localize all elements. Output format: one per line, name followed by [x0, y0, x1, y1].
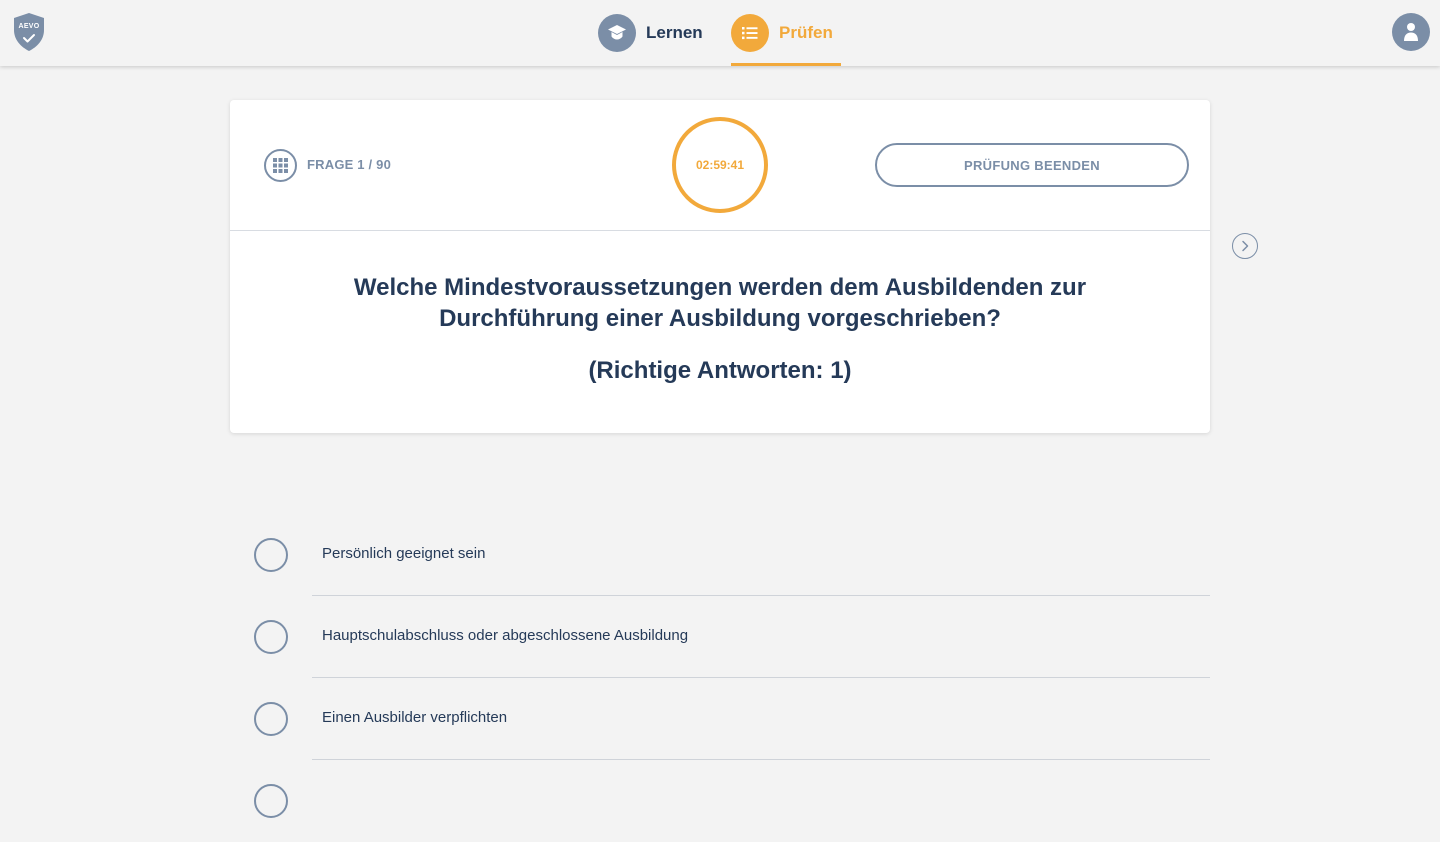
graduation-cap-icon: [598, 14, 636, 52]
question-card: FRAGE 1 / 90 02:59:41 PRÜFUNG BEENDEN We…: [230, 100, 1210, 433]
tab-lernen[interactable]: Lernen: [598, 0, 710, 66]
logo-text: AEVO: [18, 23, 40, 30]
correct-answers-hint: (Richtige Antworten: 1): [588, 357, 852, 384]
answer-radio[interactable]: [254, 784, 288, 818]
question-card-header: FRAGE 1 / 90 02:59:41 PRÜFUNG BEENDEN: [230, 100, 1210, 231]
tab-lernen-label: Lernen: [646, 23, 703, 42]
answer-radio[interactable]: [254, 620, 288, 654]
shield-logo-icon: [14, 13, 44, 51]
grid-icon: [273, 158, 288, 173]
answer-list: Persönlich geeignet sein Hauptschulabsch…: [230, 514, 1210, 842]
question-overview-button[interactable]: [264, 149, 297, 182]
answer-option-2[interactable]: Hauptschulabschluss oder abgeschlossene …: [230, 596, 1210, 678]
answer-option-4[interactable]: [230, 760, 1210, 842]
user-avatar-button[interactable]: [1392, 13, 1430, 51]
list-icon: [731, 14, 769, 52]
main-nav: Lernen Prüfen: [598, 0, 841, 66]
answer-label: Persönlich geeignet sein: [322, 545, 486, 562]
question-counter: FRAGE 1 / 90: [307, 157, 392, 172]
timer-value: 02:59:41: [695, 158, 745, 172]
user-icon: [1404, 23, 1418, 41]
chevron-right-icon: [1242, 240, 1249, 252]
tab-pruefen[interactable]: Prüfen: [731, 0, 841, 66]
top-navigation-bar: AEVO Lernen Prüfen: [0, 0, 1440, 66]
answer-label: Einen Ausbilder verpflichten: [322, 709, 508, 726]
answer-option-1[interactable]: Persönlich geeignet sein: [230, 514, 1210, 596]
answer-label: Hauptschulabschluss oder abgeschlossene …: [322, 627, 689, 644]
app-logo[interactable]: AEVO: [12, 12, 46, 52]
tab-pruefen-label: Prüfen: [779, 23, 833, 42]
end-exam-button[interactable]: PRÜFUNG BEENDEN: [875, 143, 1189, 187]
answer-radio[interactable]: [254, 702, 288, 736]
next-question-button[interactable]: [1232, 233, 1258, 259]
question-text: Welche Mindestvoraussetzungen werden dem…: [353, 274, 1087, 332]
exam-timer: 02:59:41: [672, 117, 768, 213]
answer-option-3[interactable]: Einen Ausbilder verpflichten: [230, 678, 1210, 760]
answer-radio[interactable]: [254, 538, 288, 572]
